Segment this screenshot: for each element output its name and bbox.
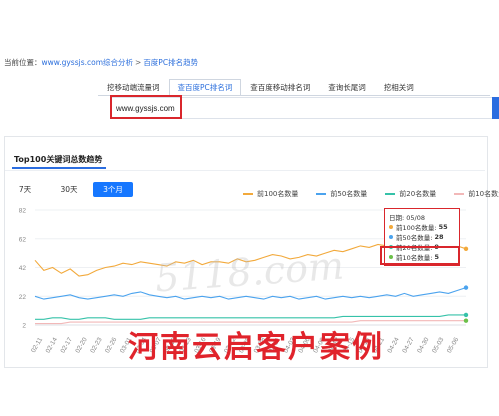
series-end-point [463,312,469,318]
tooltip-value: 55 [438,223,448,231]
x-tick-label: 02-26 [104,336,119,354]
case-caption: 河南云启客户案例 [128,330,384,365]
tooltip-dot [389,225,393,229]
y-tick-label: 62 [19,236,27,243]
x-tick-label: 04-24 [386,336,401,354]
tooltip-label: 前50名数量: [396,234,433,242]
top10-highlight-box [380,246,460,265]
y-tick-label: 42 [19,265,27,272]
x-tick-label: 02-11 [30,336,44,354]
y-tick-label: 22 [19,294,27,301]
series-end-point [463,318,469,323]
tooltip-date: 日期: 05/08 [389,214,425,222]
x-tick-label: 02-20 [74,336,89,354]
x-tick-label: 02-23 [89,336,104,354]
series-line-3 [35,314,466,320]
x-tick-label: 05-03 [431,336,446,354]
tooltip-value: 28 [434,233,444,241]
x-tick-label: 04-27 [401,336,416,354]
y-tick-label: 82 [19,208,27,215]
tooltip-row-top50: 前50名数量: 28 [389,232,455,242]
tooltip-label: 前100名数量: [396,224,437,232]
tooltip-dot [389,235,393,239]
tooltip-row-top100: 前100名数量: 55 [389,222,455,232]
series-end-point [463,285,469,290]
y-tick-label: 2 [22,323,26,330]
x-tick-label: 02-14 [45,336,60,354]
x-tick-label: 02-17 [60,336,75,354]
x-tick-label: 05-06 [446,336,461,354]
series-end-point [463,246,469,252]
x-tick-label: 04-30 [416,336,431,354]
